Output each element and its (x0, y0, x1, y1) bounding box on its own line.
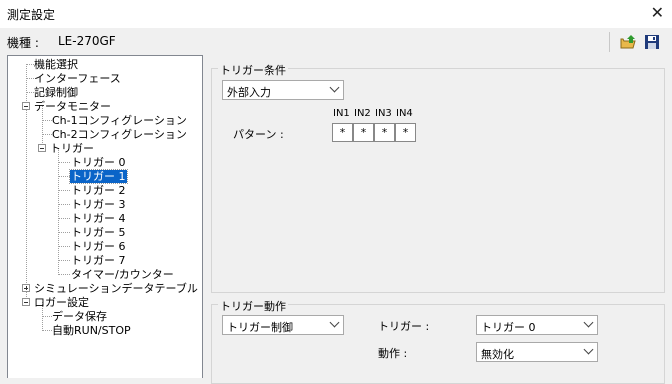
model-label: 機種 : (7, 36, 39, 50)
tree-item-record-control[interactable]: 記録制御 (34, 86, 78, 99)
pattern-cell-in2[interactable]: * (353, 123, 374, 142)
model-row: 機種 : LE-270GF (0, 28, 672, 54)
trigger-target-label: トリガー : (378, 320, 430, 333)
tree-item-trigger-0[interactable]: トリガー 0 (71, 156, 126, 169)
tree-item-data-save[interactable]: データ保存 (52, 310, 107, 323)
collapse-icon[interactable] (38, 144, 46, 152)
input-header-in3: IN3 (375, 108, 392, 119)
pattern-cell-in4[interactable]: * (395, 123, 416, 142)
pattern-label: パターン : (233, 128, 284, 141)
close-icon[interactable]: ✕ (651, 3, 664, 22)
tree-item-function-select[interactable]: 機能選択 (34, 58, 78, 71)
chevron-down-icon (583, 317, 594, 328)
pattern-cell-in3[interactable]: * (374, 123, 395, 142)
title-bar: 測定設定 ✕ (0, 0, 672, 28)
trigger-target-value: トリガー 0 (481, 321, 536, 334)
trigger-source-value: 外部入力 (227, 86, 271, 99)
collapse-icon[interactable] (22, 298, 30, 306)
trigger-mode-select[interactable]: トリガー制御 (222, 315, 344, 335)
tree-guide (26, 64, 27, 297)
input-header-in4: IN4 (396, 108, 413, 119)
settings-tree[interactable]: 機能選択 インターフェース 記録制御 データモニター Ch-1コンフィグレーショ… (7, 55, 203, 378)
trigger-target-select[interactable]: トリガー 0 (476, 315, 598, 335)
tree-guide (58, 148, 59, 275)
action-label: 動作 : (378, 347, 408, 360)
tree-item-simulation-table[interactable]: シミュレーションデータテーブル (34, 282, 198, 295)
tree-item-trigger-4[interactable]: トリガー 4 (71, 212, 126, 225)
chevron-down-icon (329, 82, 340, 93)
tree-item-ch1-config[interactable]: Ch-1コンフィグレーション (52, 114, 187, 127)
tree-item-trigger-5[interactable]: トリガー 5 (71, 226, 126, 239)
chevron-down-icon (583, 344, 594, 355)
trigger-source-select[interactable]: 外部入力 (222, 80, 344, 100)
action-select[interactable]: 無効化 (476, 342, 598, 362)
trigger-condition-group (211, 68, 665, 293)
trigger-action-label: トリガー動作 (218, 298, 288, 314)
expand-icon[interactable] (22, 284, 30, 292)
toolbar-separator (609, 32, 610, 52)
tree-item-trigger[interactable]: トリガー (50, 142, 94, 155)
chevron-down-icon (329, 317, 340, 328)
tree-item-ch2-config[interactable]: Ch-2コンフィグレーション (52, 128, 187, 141)
folder-open-icon (620, 35, 636, 49)
input-header-in2: IN2 (354, 108, 371, 119)
tree-item-trigger-3[interactable]: トリガー 3 (71, 198, 126, 211)
collapse-icon[interactable] (22, 102, 30, 110)
trigger-mode-value: トリガー制御 (227, 321, 293, 334)
tree-item-trigger-1[interactable]: トリガー 1 (69, 169, 128, 184)
model-value: LE-270GF (58, 34, 116, 48)
tree-item-logger-settings[interactable]: ロガー設定 (34, 296, 89, 309)
tree-item-trigger-2[interactable]: トリガー 2 (71, 184, 126, 197)
pattern-cell-in1[interactable]: * (332, 123, 353, 142)
input-header-in1: IN1 (333, 108, 350, 119)
tree-item-auto-run-stop[interactable]: 自動RUN/STOP (52, 324, 131, 337)
tree-item-data-monitor[interactable]: データモニター (34, 100, 111, 113)
window-title: 測定設定 (7, 8, 56, 22)
trigger-condition-label: トリガー条件 (218, 62, 288, 78)
action-value: 無効化 (481, 348, 514, 361)
tree-item-timer-counter[interactable]: タイマー/カウンター (71, 268, 174, 281)
tree-item-trigger-6[interactable]: トリガー 6 (71, 240, 126, 253)
open-button[interactable] (619, 33, 637, 51)
floppy-disk-icon (645, 35, 659, 49)
tree-item-interface[interactable]: インターフェース (34, 72, 121, 85)
tree-item-trigger-7[interactable]: トリガー 7 (71, 254, 126, 267)
save-button[interactable] (643, 33, 661, 51)
